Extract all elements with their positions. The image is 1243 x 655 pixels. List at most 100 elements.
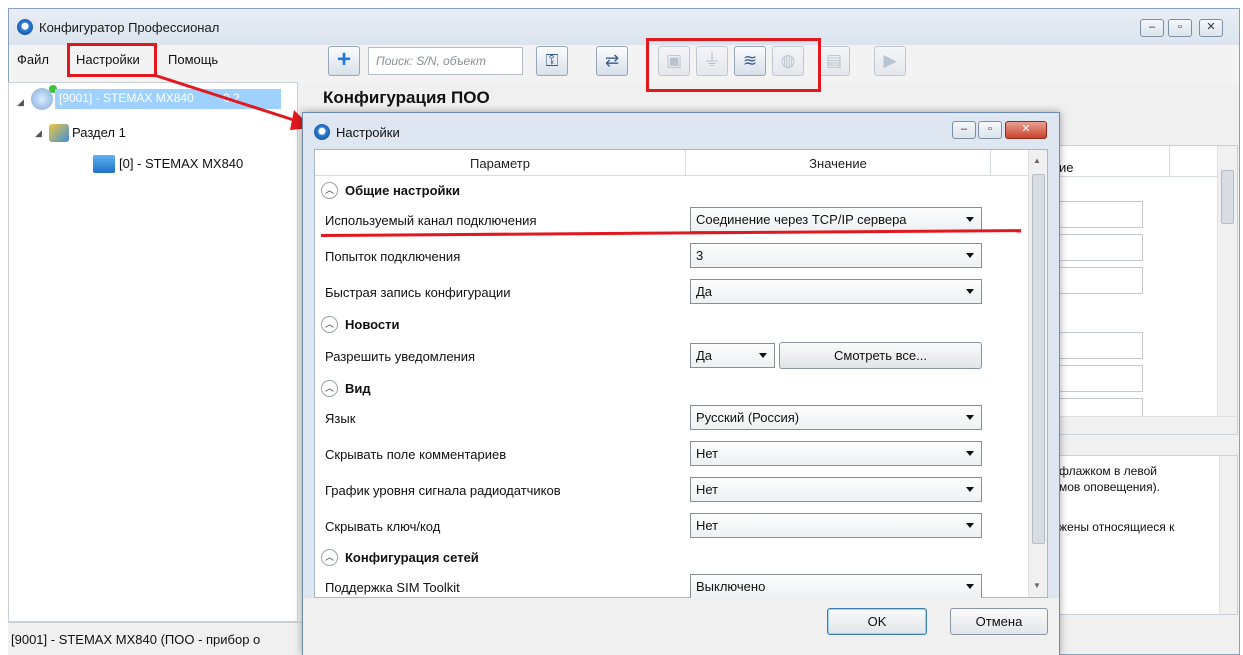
notif-select-value: Да	[696, 348, 713, 363]
vertical-scrollbar[interactable]	[1219, 456, 1237, 614]
menu-file[interactable]: Файл	[17, 52, 49, 67]
column-header-partial: ие	[1059, 160, 1074, 175]
value-field[interactable]	[1053, 234, 1143, 261]
hidekey-select[interactable]: Нет	[690, 513, 982, 538]
value-field[interactable]	[1053, 267, 1143, 294]
minimize-button[interactable]: –	[1140, 19, 1164, 37]
vertical-scrollbar[interactable]	[1217, 146, 1237, 416]
hidecomm-select[interactable]: Нет	[690, 441, 982, 466]
channel-select[interactable]: Соединение через TCP/IP сервера	[690, 207, 982, 232]
dialog-title-bar: Настройки – ▫ ✕	[303, 113, 1059, 149]
dropdown-arrow-icon	[966, 584, 974, 589]
scroll-up-icon[interactable]: ▲	[1033, 156, 1041, 165]
vertical-scrollbar[interactable]: ▲ ▼	[1028, 150, 1047, 597]
column-divider	[1169, 146, 1170, 176]
group-network: Конфигурация сетей	[345, 550, 479, 565]
info-line: мов оповещения).	[1059, 480, 1160, 494]
title-bar: Конфигуратор Профессионал – ▫ ✕	[9, 9, 1239, 45]
highlight-underline	[320, 229, 1021, 237]
channel-select-value: Соединение через TCP/IP сервера	[696, 212, 907, 227]
scroll-down-icon[interactable]: ▼	[1033, 581, 1041, 590]
tree-expand-icon[interactable]: ◢	[17, 97, 24, 108]
dropdown-arrow-icon	[966, 487, 974, 492]
value-field[interactable]	[1053, 332, 1143, 359]
app-icon	[314, 124, 330, 140]
key-icon[interactable]: ⚿	[536, 46, 568, 76]
connect-icon[interactable]: ⇄	[596, 46, 628, 76]
tree-device-item[interactable]: [0] - STEMAX MX840	[119, 156, 243, 171]
page-title: Конфигурация ПОО	[323, 88, 490, 107]
param-hidekey-label: Скрывать ключ/код	[325, 519, 441, 534]
dropdown-arrow-icon	[966, 523, 974, 528]
info-line: флажком в левой	[1059, 464, 1157, 478]
collapse-icon[interactable]: ︿	[321, 182, 338, 199]
column-header-value: Значение	[685, 150, 990, 176]
close-button[interactable]: ✕	[1005, 121, 1047, 139]
column-header-parameter: Параметр	[315, 150, 685, 176]
column-header-empty	[990, 150, 1028, 176]
dropdown-arrow-icon	[966, 253, 974, 258]
device-icon	[93, 155, 115, 173]
settings-grid: Параметр Значение ︿ Общие настройки Испо…	[314, 149, 1048, 599]
graph-select[interactable]: Нет	[690, 477, 982, 502]
dialog-title: Настройки	[336, 125, 400, 140]
dropdown-arrow-icon	[966, 451, 974, 456]
app-icon	[17, 19, 33, 35]
collapse-icon[interactable]: ︿	[321, 316, 338, 333]
fastwrite-select-value: Да	[696, 284, 713, 299]
settings-dialog: Настройки – ▫ ✕ Параметр Значение ︿ Общи…	[302, 112, 1060, 655]
device-icon[interactable]: ▤	[818, 46, 850, 76]
value-field[interactable]	[1053, 201, 1143, 228]
language-select-value: Русский (Россия)	[696, 410, 800, 425]
scroll-thumb[interactable]	[1221, 170, 1234, 224]
sim-select-value: Выключено	[696, 579, 766, 594]
menu-help[interactable]: Помощь	[168, 52, 218, 67]
maximize-button[interactable]: ▫	[1168, 19, 1192, 37]
scroll-thumb[interactable]	[1032, 174, 1045, 544]
add-icon[interactable]: +	[328, 46, 360, 76]
ok-button[interactable]: OK	[827, 608, 927, 635]
section-icon	[49, 124, 69, 142]
dropdown-arrow-icon	[966, 415, 974, 420]
info-line: жены относящиеся к	[1059, 520, 1175, 534]
param-lang-label: Язык	[325, 411, 356, 426]
background-table: ие	[1048, 145, 1238, 435]
view-all-button[interactable]: Смотреть все...	[779, 342, 982, 369]
search-input[interactable]: Поиск: S/N, объект	[368, 47, 523, 75]
notif-select[interactable]: Да	[690, 343, 775, 368]
info-panel: флажком в левой мов оповещения). жены от…	[1048, 455, 1238, 615]
dropdown-arrow-icon	[759, 353, 767, 358]
collapse-icon[interactable]: ︿	[321, 380, 338, 397]
sim-select[interactable]: Выключено	[690, 574, 982, 599]
param-sim-label: Поддержка SIM Toolkit	[325, 580, 460, 595]
attempts-select-value: 3	[696, 248, 704, 263]
fastwrite-select[interactable]: Да	[690, 279, 982, 304]
param-notif-label: Разрешить уведомления	[325, 349, 476, 364]
collapse-icon[interactable]: ︿	[321, 549, 338, 566]
dropdown-arrow-icon	[966, 289, 974, 294]
settings-highlight	[67, 43, 157, 77]
hidecomm-select-value: Нет	[696, 446, 719, 461]
value-field[interactable]	[1053, 365, 1143, 392]
param-graph-label: График уровня сигнала радиодатчиков	[325, 483, 561, 498]
header-divider	[1049, 176, 1217, 177]
window-title: Конфигуратор Профессионал	[39, 20, 220, 35]
graph-select-value: Нет	[696, 482, 719, 497]
group-view: Вид	[345, 381, 371, 396]
minimize-button[interactable]: –	[952, 121, 976, 139]
device-tree: ◢ [9001] - STEMAX MX840 0.2 ◢ Раздел 1 […	[8, 82, 298, 622]
group-news: Новости	[345, 317, 400, 332]
horizontal-scrollbar[interactable]	[1049, 416, 1237, 434]
cancel-button[interactable]: Отмена	[950, 608, 1048, 635]
close-button[interactable]: ✕	[1199, 19, 1223, 37]
tree-section-item[interactable]: Раздел 1	[72, 125, 126, 140]
tree-expand-icon[interactable]: ◢	[35, 128, 42, 139]
play-icon[interactable]: ▶	[874, 46, 906, 76]
maximize-button[interactable]: ▫	[978, 121, 1002, 139]
param-fastwrite-label: Быстрая запись конфигурации	[325, 285, 511, 300]
dialog-footer: OK Отмена	[303, 598, 1059, 655]
attempts-select[interactable]: 3	[690, 243, 982, 268]
language-select[interactable]: Русский (Россия)	[690, 405, 982, 430]
param-hidecomm-label: Скрывать поле комментариев	[325, 447, 507, 462]
group-general: Общие настройки	[345, 183, 460, 198]
